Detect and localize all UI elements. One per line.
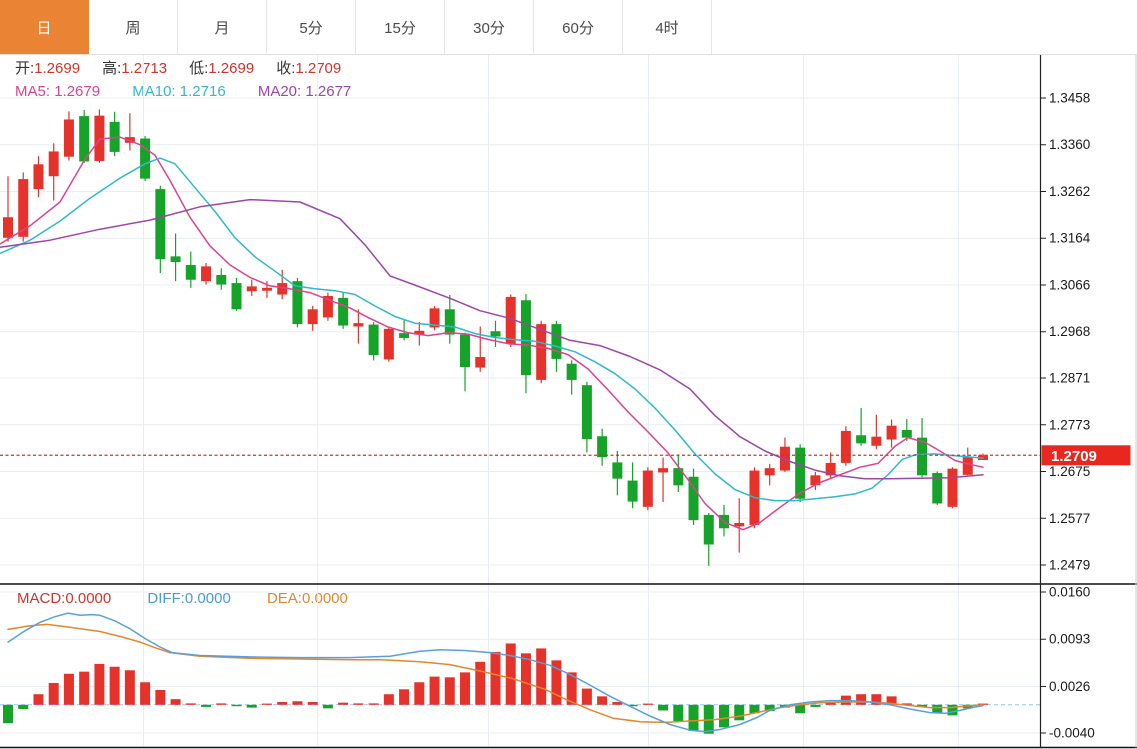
svg-text:0.0160: 0.0160 — [1049, 585, 1090, 600]
svg-text:-0.0040: -0.0040 — [1049, 726, 1095, 741]
chart-canvas[interactable]: 1.3458 1.3360 1.3262 1.3164 1.3066 1.2968 1.28… — [0, 55, 1137, 749]
svg-text:1.2709: 1.2709 — [1051, 448, 1097, 465]
svg-text:1.2479: 1.2479 — [1049, 558, 1090, 573]
tab-timeframe-4[interactable]: 15分 — [356, 0, 445, 54]
timeframe-tabbar: 日周月5分15分30分60分4时 — [0, 0, 1137, 55]
svg-text:1.3458: 1.3458 — [1049, 91, 1090, 106]
tab-timeframe-5[interactable]: 30分 — [445, 0, 534, 54]
svg-text:1.3164: 1.3164 — [1049, 231, 1091, 246]
svg-text:1.2773: 1.2773 — [1049, 417, 1090, 432]
svg-text:1.2577: 1.2577 — [1049, 511, 1090, 526]
tab-timeframe-7[interactable]: 4时 — [623, 0, 712, 54]
tab-timeframe-1[interactable]: 周 — [89, 0, 178, 54]
svg-text:0.0093: 0.0093 — [1049, 632, 1090, 647]
svg-text:1.2968: 1.2968 — [1049, 324, 1090, 339]
tab-timeframe-0[interactable]: 日 — [0, 0, 89, 54]
svg-text:1.2675: 1.2675 — [1049, 464, 1090, 479]
macd-histogram — [3, 643, 988, 733]
svg-text:1.3066: 1.3066 — [1049, 277, 1090, 292]
svg-text:0.0026: 0.0026 — [1049, 679, 1090, 694]
ma20-line — [0, 200, 983, 479]
tab-timeframe-3[interactable]: 5分 — [267, 0, 356, 54]
svg-text:1.2871: 1.2871 — [1049, 371, 1090, 386]
svg-text:1.3262: 1.3262 — [1049, 184, 1090, 199]
tab-timeframe-6[interactable]: 60分 — [534, 0, 623, 54]
ma10-line — [0, 158, 983, 501]
tab-timeframe-2[interactable]: 月 — [178, 0, 267, 54]
last-price-tag: 1.2709 — [1042, 445, 1131, 465]
kline-app: 日周月5分15分30分60分4时 开:1.2699高:1.2713低:1.269… — [0, 0, 1137, 749]
price-axis-labels: 1.3458 1.3360 1.3262 1.3164 1.3066 1.2968 1.28… — [1040, 91, 1095, 741]
svg-text:1.3360: 1.3360 — [1049, 137, 1090, 152]
